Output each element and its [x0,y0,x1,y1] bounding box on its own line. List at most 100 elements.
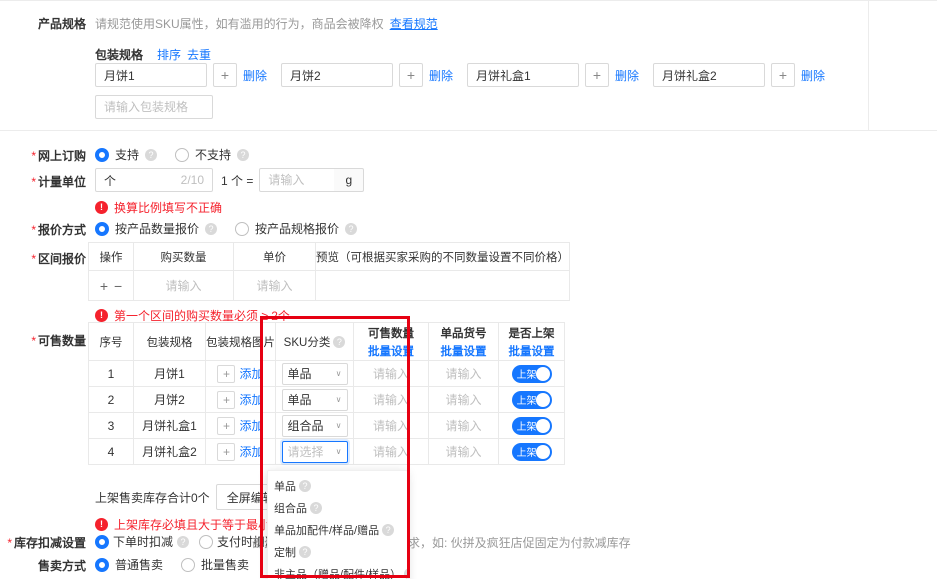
item-code-input-4[interactable] [433,444,495,460]
dedupe-link[interactable]: 去重 [187,46,211,63]
dropdown-option-single[interactable]: 单品? [268,475,407,497]
unit-value: 个 [104,172,116,189]
on-sale-toggle-1[interactable]: 上架 [512,365,552,383]
item-code-input-1[interactable] [433,366,495,382]
spec-input-3[interactable] [467,63,579,87]
sellable-qty-input-3[interactable] [359,418,423,434]
product-spec-hint-row: 请规范使用SKU属性，如有滥用的行为，商品会被降权 查看规范 [95,15,438,32]
dropdown-option-custom[interactable]: 定制? [268,541,407,563]
new-spec-input[interactable] [95,95,213,119]
add-spec-icon[interactable]: + [399,63,423,87]
add-spec-icon[interactable]: + [213,63,237,87]
radio-quote-by-qty-label: 按产品数量报价 [115,220,199,237]
remove-range-icon[interactable]: − [111,278,125,294]
unit-input[interactable]: 个 2/10 [95,168,213,192]
delete-spec-link-1[interactable]: 删除 [243,67,267,84]
spec-input-4[interactable] [653,63,765,87]
help-icon[interactable]: ? [333,336,345,348]
radio-not-support-label: 不支持 [195,146,231,163]
spec-input-2[interactable] [281,63,393,87]
radio-quote-by-qty[interactable] [95,222,109,236]
radio-support[interactable] [95,148,109,162]
radio-normal-sell[interactable] [95,558,109,572]
sellable-qty-input-1[interactable] [359,366,423,382]
dropdown-option-single-plus[interactable]: 单品加配件/样品/赠品? [268,519,407,541]
col-preview: 预览（可根据买家采购的不同数量设置不同价格） [316,243,570,271]
on-sale-toggle-4[interactable]: 上架 [512,443,552,461]
radio-deduct-on-order[interactable] [95,535,109,549]
add-spec-icon[interactable]: + [771,63,795,87]
spec-input-1[interactable] [95,63,207,87]
sku-type-select-2[interactable]: 单品∨ [282,389,348,411]
radio-batch-sell-label: 批量售卖 [201,556,249,573]
ratio-unit-addon: g [334,168,364,192]
add-spec-icon[interactable]: + [585,63,609,87]
range-qty-input[interactable] [140,278,228,294]
sellable-qty-input-2[interactable] [359,392,423,408]
product-publish-form: 产品规格 请规范使用SKU属性，如有滥用的行为，商品会被降权 查看规范 包装规格… [0,0,937,579]
sku-type-select-4[interactable]: 请选择∨ [282,441,348,463]
table-row: 4 月饼礼盒2 +添加 请选择∨ 上架 [89,439,565,465]
col-image: 包装规格图片 [206,323,276,361]
radio-deduct-on-order-label: 下单时扣减 [113,533,173,550]
add-range-icon[interactable]: + [97,278,111,294]
on-sale-toggle-3[interactable]: 上架 [512,417,552,435]
range-quote-row: +− [89,271,570,301]
add-image-icon[interactable]: + [217,391,235,409]
help-icon[interactable]: ? [345,223,357,235]
radio-deduct-on-pay[interactable] [199,535,213,549]
quote-method-options: 按产品数量报价 ? 按产品规格报价 ? [95,220,357,237]
row-no: 4 [89,439,134,465]
radio-support-label: 支持 [115,146,139,163]
radio-batch-sell[interactable] [181,558,195,572]
add-image-link[interactable]: 添加 [239,365,263,382]
row-spec: 月饼1 [134,361,206,387]
spec-group-2: + 删除 [281,63,453,87]
packaging-label: 包装规格 [95,46,143,63]
help-icon[interactable]: ? [205,223,217,235]
row-spec: 月饼礼盒1 [134,413,206,439]
radio-quote-by-spec[interactable] [235,222,249,236]
chevron-down-icon: ∨ [336,421,342,430]
batch-set-code-link[interactable]: 批量设置 [441,343,487,359]
add-image-icon[interactable]: + [217,365,235,383]
col-on-sale: 是否上架批量设置 [499,323,565,361]
radio-quote-by-spec-label: 按产品规格报价 [255,220,339,237]
delete-spec-link-3[interactable]: 删除 [615,67,639,84]
item-code-input-2[interactable] [433,392,495,408]
add-image-link[interactable]: 添加 [239,417,263,434]
row-spec: 月饼2 [134,387,206,413]
sort-link[interactable]: 排序 [157,46,181,63]
item-code-input-3[interactable] [433,418,495,434]
batch-set-qty-link[interactable]: 批量设置 [368,343,414,359]
add-image-link[interactable]: 添加 [239,443,263,460]
sku-type-select-3[interactable]: 组合品∨ [282,415,348,437]
dropdown-option-non-main[interactable]: 非主品（赠品/配件/样品）? [268,563,407,579]
col-spec: 包装规格 [134,323,206,361]
view-spec-link[interactable]: 查看规范 [390,15,438,32]
add-image-icon[interactable]: + [217,443,235,461]
ratio-input[interactable] [259,168,335,192]
spec-group-1: + 删除 [95,63,267,87]
help-icon[interactable]: ? [237,149,249,161]
chevron-down-icon: ∨ [336,447,342,456]
delete-spec-link-2[interactable]: 删除 [429,67,453,84]
delete-spec-link-4[interactable]: 删除 [801,67,825,84]
range-price-input[interactable] [238,278,312,294]
sku-type-select-1[interactable]: 单品∨ [282,363,348,385]
dropdown-option-combo[interactable]: 组合品? [268,497,407,519]
add-image-icon[interactable]: + [217,417,235,435]
chevron-down-icon: ∨ [336,369,342,378]
spec-group-4: + 删除 [653,63,825,87]
sell-method-options: 普通售卖 批量售卖 [95,556,249,573]
deduction-label: *库存扣减设置 [0,534,86,551]
batch-set-onsale-link[interactable]: 批量设置 [509,343,555,359]
on-sale-toggle-2[interactable]: 上架 [512,391,552,409]
help-icon[interactable]: ? [145,149,157,161]
radio-not-support[interactable] [175,148,189,162]
add-image-link[interactable]: 添加 [239,391,263,408]
sellable-qty-input-4[interactable] [359,444,423,460]
top-divider [0,0,937,1]
help-icon[interactable]: ? [177,536,189,548]
sellable-header-row: 序号 包装规格 包装规格图片 SKU分类? 可售数量批量设置 单品货号批量设置 … [89,323,565,361]
